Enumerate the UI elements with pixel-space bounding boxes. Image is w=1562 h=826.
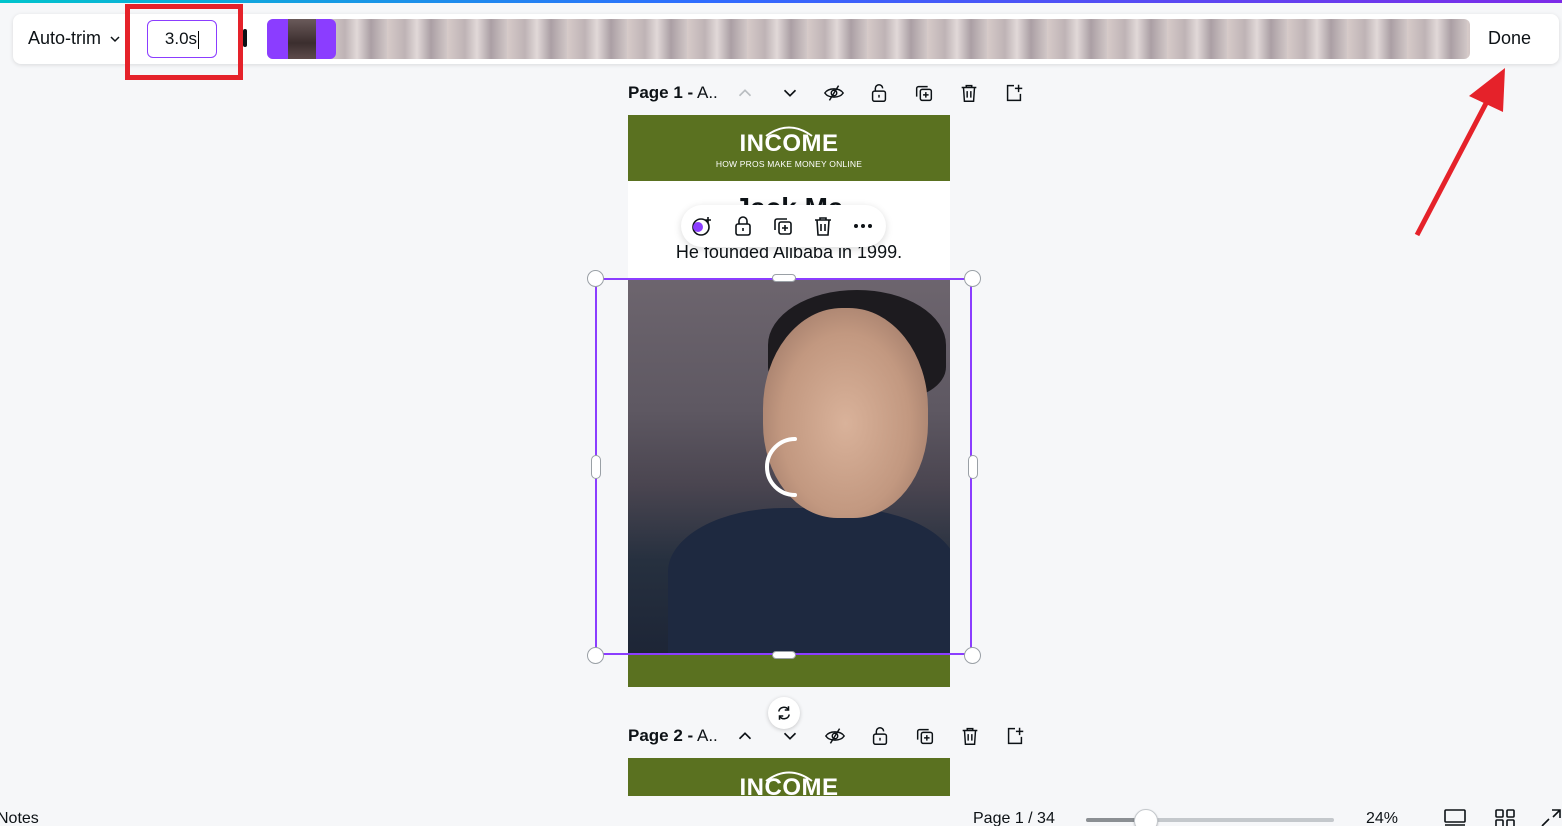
resize-handle-bottom-left[interactable] bbox=[587, 647, 604, 664]
trash-icon[interactable] bbox=[957, 723, 983, 749]
resize-handle-left[interactable] bbox=[591, 455, 601, 479]
lock-icon[interactable] bbox=[730, 213, 756, 239]
autotrim-dropdown[interactable]: Auto-trim bbox=[28, 28, 121, 49]
hide-icon[interactable] bbox=[822, 723, 848, 749]
done-button[interactable]: Done bbox=[1488, 28, 1531, 49]
resize-handle-right[interactable] bbox=[968, 455, 978, 479]
notes-button[interactable]: Notes bbox=[0, 810, 39, 826]
add-page-icon[interactable] bbox=[1002, 723, 1028, 749]
autotrim-label: Auto-trim bbox=[28, 28, 102, 48]
add-page-icon[interactable] bbox=[1001, 80, 1027, 106]
trash-icon[interactable] bbox=[956, 80, 982, 106]
more-icon[interactable] bbox=[850, 213, 876, 239]
zoom-slider-knob[interactable] bbox=[1134, 809, 1158, 826]
page-2-label[interactable]: Page 2 - A.. bbox=[628, 726, 724, 746]
duplicate-icon[interactable] bbox=[911, 80, 937, 106]
design-banner: INCOME HOW PROS MAKE MONEY ONLINE bbox=[628, 115, 950, 181]
page-1-header: Page 1 - A.. bbox=[628, 80, 724, 106]
chevron-down-icon[interactable] bbox=[777, 723, 803, 749]
comment-add-icon[interactable] bbox=[689, 213, 715, 239]
trash-icon[interactable] bbox=[810, 213, 836, 239]
resize-handle-top-right[interactable] bbox=[964, 270, 981, 287]
lock-icon[interactable] bbox=[866, 80, 892, 106]
lock-icon[interactable] bbox=[867, 723, 893, 749]
trim-selection-thumbnail bbox=[288, 19, 316, 59]
logo-tagline: HOW PROS MAKE MONEY ONLINE bbox=[715, 159, 863, 169]
logo-arc-icon bbox=[765, 126, 813, 137]
chevron-up-icon[interactable] bbox=[732, 80, 758, 106]
duplicate-icon[interactable] bbox=[770, 213, 796, 239]
fullscreen-icon[interactable] bbox=[1540, 808, 1562, 826]
top-gradient-bar bbox=[0, 0, 1562, 3]
duplicate-icon[interactable] bbox=[912, 723, 938, 749]
page-count[interactable]: Page 1 / 34 bbox=[973, 810, 1055, 826]
design-page-2[interactable]: INCOME bbox=[628, 758, 950, 796]
resize-handle-bottom-right[interactable] bbox=[964, 647, 981, 664]
playhead[interactable] bbox=[243, 29, 247, 47]
footer-bar: Notes Page 1 / 34 24% bbox=[0, 796, 1562, 826]
page-1-label[interactable]: Page 1 - A.. bbox=[628, 83, 724, 103]
resize-handle-top[interactable] bbox=[772, 274, 796, 282]
chevron-down-icon bbox=[110, 35, 120, 42]
design-footer-bar bbox=[628, 655, 950, 687]
logo-arc-icon bbox=[765, 771, 813, 782]
chevron-down-icon[interactable] bbox=[777, 80, 803, 106]
selection-frame bbox=[595, 278, 972, 655]
resize-handle-top-left[interactable] bbox=[587, 270, 604, 287]
video-filmstrip[interactable] bbox=[267, 19, 1470, 59]
chevron-up-icon[interactable] bbox=[732, 723, 758, 749]
zoom-level[interactable]: 24% bbox=[1366, 810, 1398, 826]
annotation-highlight-box bbox=[125, 4, 243, 80]
page-2-header: Page 2 - A.. bbox=[628, 723, 724, 749]
rotate-icon bbox=[778, 706, 790, 720]
grid-view-icon[interactable] bbox=[1493, 808, 1517, 826]
element-context-toolbar bbox=[681, 205, 886, 247]
desktop-view-icon[interactable] bbox=[1443, 808, 1467, 826]
annotation-arrow bbox=[1414, 68, 1505, 237]
hide-icon[interactable] bbox=[821, 80, 847, 106]
resize-handle-bottom[interactable] bbox=[772, 651, 796, 659]
